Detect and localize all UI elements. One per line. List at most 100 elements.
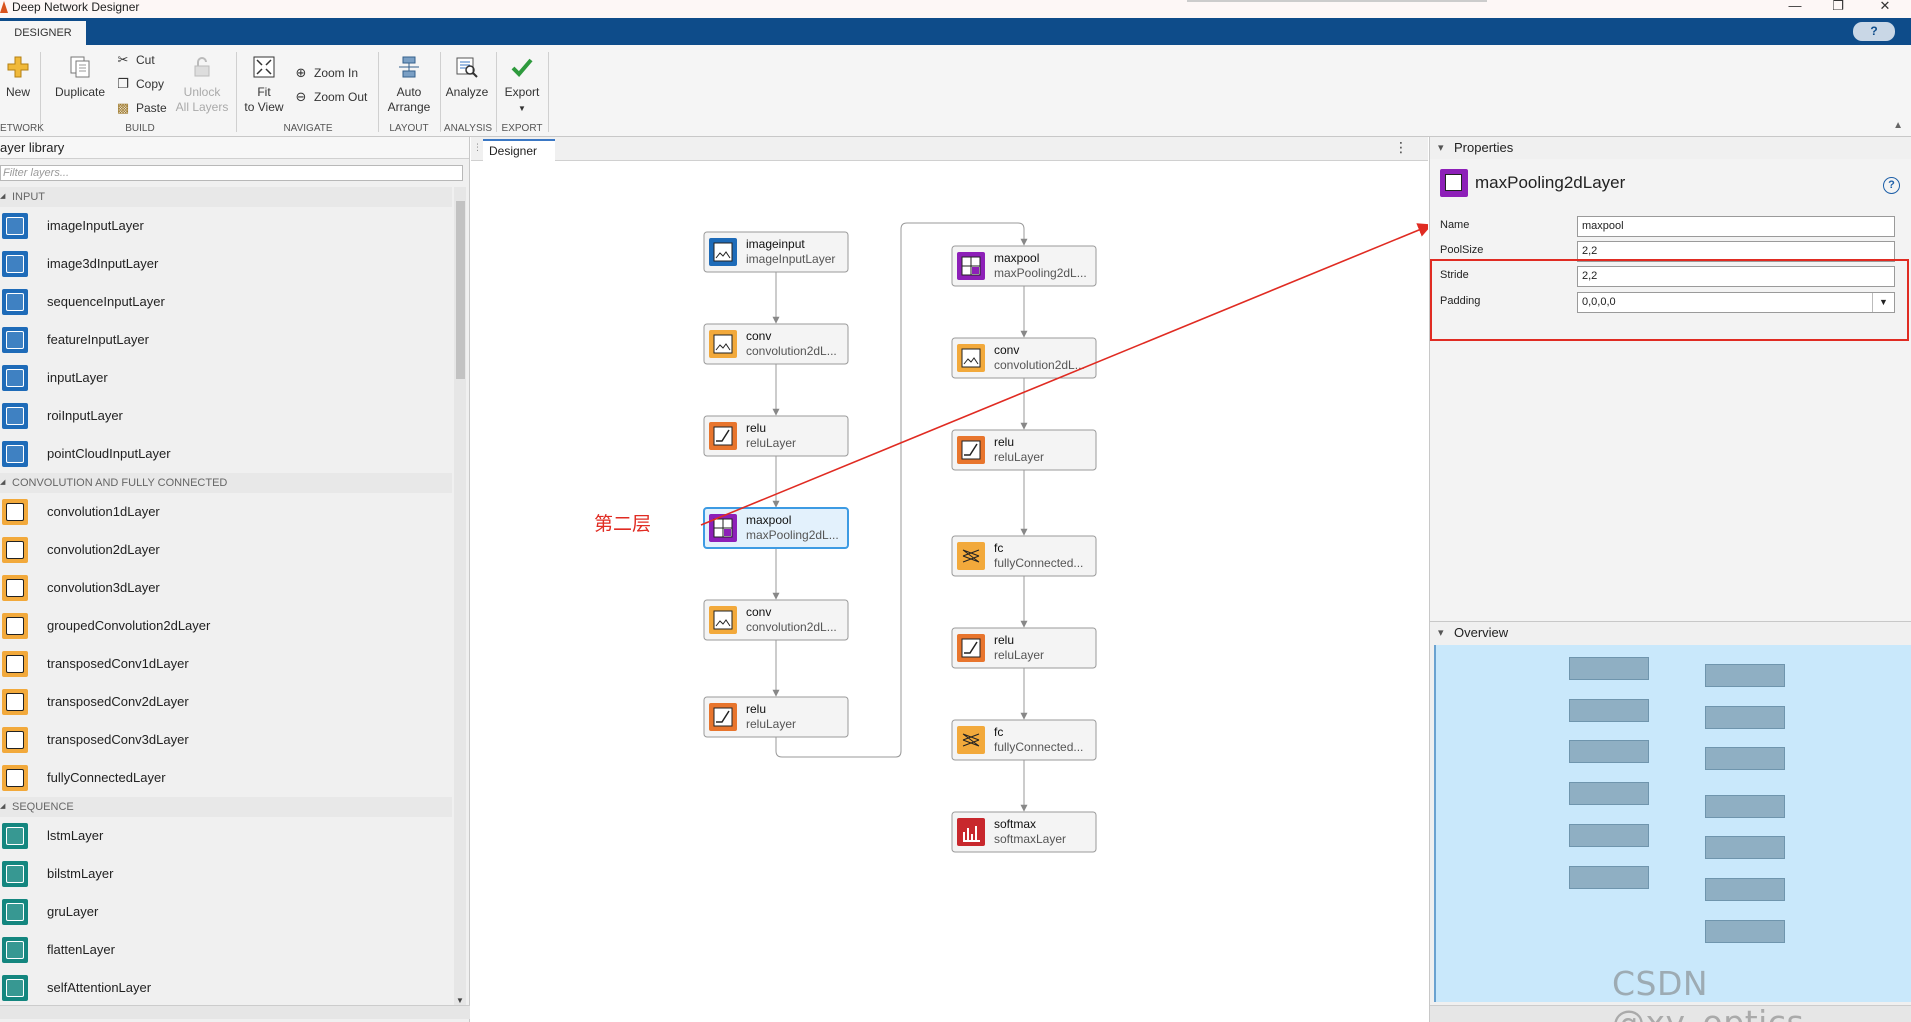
library-item[interactable]: pointCloudInputLayer (0, 435, 452, 473)
copy-button[interactable]: ❐ Copy (116, 74, 164, 94)
title-scroll-indicator (1187, 0, 1487, 2)
library-item[interactable]: imageInputLayer (0, 207, 452, 245)
layer-node-relu[interactable]: relureluLayer (703, 696, 849, 738)
collapse-toolstrip-icon[interactable]: ▲ (1893, 120, 1903, 131)
layer-node-fc[interactable]: fcfullyConnected... (951, 535, 1097, 577)
layer-node-type: softmaxLayer (994, 832, 1066, 846)
category-header[interactable]: SEQUENCE (0, 797, 452, 817)
unlock-label: Unlock (183, 85, 221, 99)
new-button[interactable]: New (4, 55, 32, 100)
library-item[interactable]: transposedConv2dLayer (0, 683, 452, 721)
category-header[interactable]: CONVOLUTION AND FULLY CONNECTED (0, 473, 452, 493)
library-item[interactable]: transposedConv1dLayer (0, 645, 452, 683)
library-item[interactable]: gruLayer (0, 893, 452, 931)
library-item-label: flattenLayer (47, 942, 115, 957)
layer-node-imageinput[interactable]: imageinputimageInputLayer (703, 231, 849, 273)
layer-icon (2, 365, 28, 391)
zoom-in-button[interactable]: ⊕ Zoom In (294, 63, 358, 83)
auto-arrange-button[interactable]: Auto Arrange (384, 55, 434, 115)
layer-node-relu[interactable]: relureluLayer (703, 415, 849, 457)
library-item[interactable]: convolution3dLayer (0, 569, 452, 607)
export-label: Export (504, 85, 540, 99)
minimize-icon[interactable]: — (1785, 0, 1805, 14)
layer-node-softmax[interactable]: softmaxsoftmaxLayer (951, 811, 1097, 853)
layer-node-type: convolution2dL... (746, 620, 837, 634)
fit-label: Fit (257, 85, 271, 99)
window-title: Deep Network Designer (12, 0, 140, 14)
library-item[interactable]: sequenceInputLayer (0, 283, 452, 321)
conv-glyph (713, 610, 733, 630)
library-item-label: featureInputLayer (47, 332, 149, 347)
library-scrollbar[interactable]: ▼ (454, 187, 466, 1007)
paste-button[interactable]: ▩ Paste (116, 98, 167, 118)
unlock-all-layers-button[interactable]: Unlock All Layers (174, 55, 230, 115)
help-button[interactable]: ? (1853, 22, 1895, 41)
overview-node (1569, 782, 1649, 805)
analyze-button[interactable]: Analyze (444, 55, 490, 100)
right-panel: Properties maxPooling2dLayer ? Name maxp… (1429, 137, 1911, 1022)
layer-node-name: softmax (994, 817, 1036, 831)
separator (236, 52, 237, 132)
filter-layers-input[interactable]: Filter layers... (0, 165, 463, 181)
overview-minimap[interactable] (1434, 645, 1911, 1002)
library-item[interactable]: inputLayer (0, 359, 452, 397)
layer-icon (2, 899, 28, 925)
library-horizontal-scrollbar[interactable] (0, 1005, 470, 1019)
library-item[interactable]: image3dInputLayer (0, 245, 452, 283)
duplicate-button[interactable]: Duplicate (52, 55, 108, 100)
layer-node-relu[interactable]: relureluLayer (951, 429, 1097, 471)
name-field[interactable]: maxpool (1577, 216, 1895, 237)
library-item[interactable]: fullyConnectedLayer (0, 759, 452, 797)
library-item-label: convolution2dLayer (47, 542, 160, 557)
layer-node-maxpool[interactable]: maxpoolmaxPooling2dL... (703, 507, 849, 549)
library-item[interactable]: transposedConv3dLayer (0, 721, 452, 759)
layer-node-type: maxPooling2dL... (746, 528, 839, 542)
chevron-down-icon: ▼ (518, 104, 526, 113)
cut-button[interactable]: ✂ Cut (116, 50, 155, 70)
layer-node-fc[interactable]: fcfullyConnected... (951, 719, 1097, 761)
layer-node-name: relu (994, 633, 1014, 647)
restore-icon[interactable]: ❐ (1828, 0, 1848, 14)
library-item-label: transposedConv3dLayer (47, 732, 189, 747)
library-item[interactable]: featureInputLayer (0, 321, 452, 359)
properties-header[interactable]: Properties (1430, 137, 1911, 159)
library-item[interactable]: bilstmLayer (0, 855, 452, 893)
close-icon[interactable]: ✕ (1875, 0, 1895, 14)
watermark: CSDN @xy_optics (1612, 964, 1804, 1022)
help-icon[interactable]: ? (1883, 177, 1900, 194)
paste-icon: ▩ (116, 100, 130, 115)
library-item[interactable]: convolution1dLayer (0, 493, 452, 531)
overview-node (1569, 824, 1649, 847)
library-item[interactable]: lstmLayer (0, 817, 452, 855)
tab-designer[interactable]: DESIGNER (0, 21, 86, 45)
layer-node-type: maxPooling2dL... (994, 266, 1087, 280)
checkmark-icon (511, 58, 533, 77)
library-item[interactable]: selfAttentionLayer (0, 969, 452, 1007)
title-bar: Deep Network Designer — ❐ ✕ (0, 0, 1911, 18)
fit-to-view-button[interactable]: Fit to View (242, 55, 286, 115)
separator (378, 52, 379, 132)
layer-node-type: convolution2dL... (746, 344, 837, 358)
layer-node-conv[interactable]: convconvolution2dL... (703, 599, 849, 641)
scrollbar-thumb[interactable] (456, 201, 465, 379)
zoom-out-button[interactable]: ⊖ Zoom Out (294, 87, 368, 107)
export-button[interactable]: Export ▼ (500, 55, 544, 116)
duplicate-icon (70, 56, 90, 78)
layer-node-conv[interactable]: convconvolution2dL... (703, 323, 849, 365)
pool-glyph (713, 518, 733, 538)
layer-node-relu[interactable]: relureluLayer (951, 627, 1097, 669)
layer-node-maxpool[interactable]: maxpoolmaxPooling2dL... (951, 245, 1097, 287)
overview-header[interactable]: Overview (1430, 622, 1911, 644)
library-item[interactable]: flattenLayer (0, 931, 452, 969)
network-canvas[interactable]: imageinputimageInputLayer convconvolution… (471, 137, 1428, 1022)
library-item[interactable]: roiInputLayer (0, 397, 452, 435)
annotation-label: 第二层 (594, 513, 651, 535)
property-name: Name maxpool (1430, 214, 1911, 238)
layer-node-name: fc (994, 725, 1003, 739)
layer-node-type: reluLayer (746, 717, 796, 731)
category-header[interactable]: INPUT (0, 187, 452, 207)
scroll-down-icon[interactable]: ▼ (456, 996, 464, 1005)
relu-glyph (961, 638, 981, 658)
library-item[interactable]: groupedConvolution2dLayer (0, 607, 452, 645)
library-item[interactable]: convolution2dLayer (0, 531, 452, 569)
